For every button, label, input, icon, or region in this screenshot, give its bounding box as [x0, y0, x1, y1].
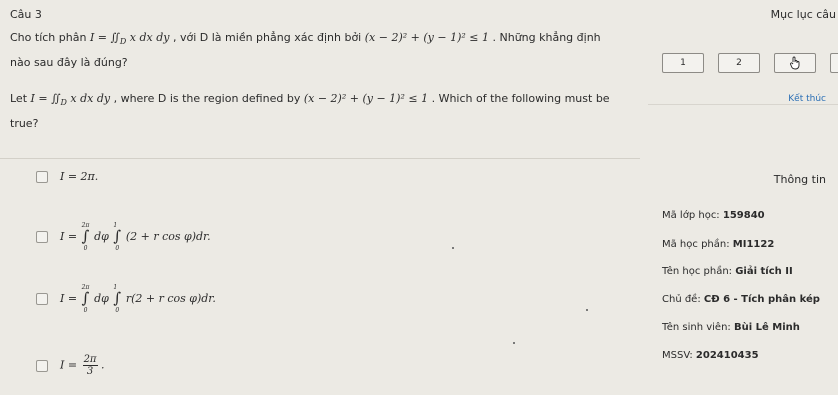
answer-checkbox[interactable]: [36, 231, 48, 243]
question-nav-button-2[interactable]: 2: [718, 53, 760, 73]
question-nav-button-more[interactable]: [830, 53, 838, 73]
option-d-formula: I = 2π 3 .: [60, 354, 105, 377]
answer-checkbox[interactable]: [36, 359, 48, 372]
question-text-en: Let I = ∬D x dx dy , where D is the regi…: [10, 92, 610, 108]
question-text-vi-line2: nào sau đây là đúng?: [10, 56, 128, 69]
topic: Chủ đề: CĐ 6 - Tích phân kép: [662, 294, 820, 305]
stray-dot: [586, 309, 588, 311]
integral-sign: 1 ∫ 0: [113, 222, 122, 252]
hand-cursor-icon: [790, 56, 800, 70]
sidebar-card-divider: [648, 104, 838, 165]
integral-sign: 2π ∫ 0: [81, 284, 90, 314]
answer-checkbox[interactable]: [36, 170, 48, 183]
question-panel: Câu 3 Cho tích phân I = ∬D x dx dy , với…: [0, 0, 648, 395]
integral-sign: 2π ∫ 0: [81, 222, 90, 252]
question-text-vi: Cho tích phân I = ∬D x dx dy , với D là …: [10, 31, 601, 47]
stray-dot: [513, 342, 515, 344]
finish-link[interactable]: Kết thúc: [788, 94, 826, 104]
question-text-en-line2: true?: [10, 117, 39, 130]
answer-checkbox[interactable]: [36, 293, 48, 305]
question-index-title: Mục lục câu: [770, 8, 836, 21]
question-number: Câu 3: [10, 8, 42, 21]
option-b-formula: I = 2π ∫ 0 dφ 1 ∫ 0 (2 + r cos φ)dr.: [60, 222, 211, 252]
answer-option-a[interactable]: I = 2π.: [36, 170, 98, 183]
option-a-text: I = 2π.: [60, 170, 99, 183]
option-c-formula: I = 2π ∫ 0 dφ 1 ∫ 0 r(2 + r cos φ)dr.: [60, 284, 216, 314]
student-id: MSSV: 202410435: [662, 350, 759, 361]
sidebar: Mục lục câu 1 2 Kết thúc Thông tin Mã lớ…: [648, 0, 838, 395]
course-code: Mã học phần: MI1122: [662, 239, 775, 250]
course-name: Tên học phần: Giải tích II: [662, 266, 793, 277]
answer-option-d[interactable]: I = 2π 3 .: [36, 354, 105, 377]
divider: [0, 158, 640, 159]
class-code: Mã lớp học: 159840: [662, 210, 765, 221]
integral-sign: 1 ∫ 0: [113, 284, 122, 314]
stray-dot: [452, 247, 454, 249]
question-nav-button-1[interactable]: 1: [662, 53, 704, 73]
info-title: Thông tin: [773, 173, 826, 186]
question-nav-button-3[interactable]: [774, 53, 816, 73]
answer-option-b[interactable]: I = 2π ∫ 0 dφ 1 ∫ 0 (2 + r cos φ)dr.: [36, 222, 211, 252]
answer-option-c[interactable]: I = 2π ∫ 0 dφ 1 ∫ 0 r(2 + r cos φ)dr.: [36, 284, 216, 314]
fraction: 2π 3: [82, 354, 98, 377]
student-name: Tên sinh viên: Bùi Lê Minh: [662, 322, 800, 333]
